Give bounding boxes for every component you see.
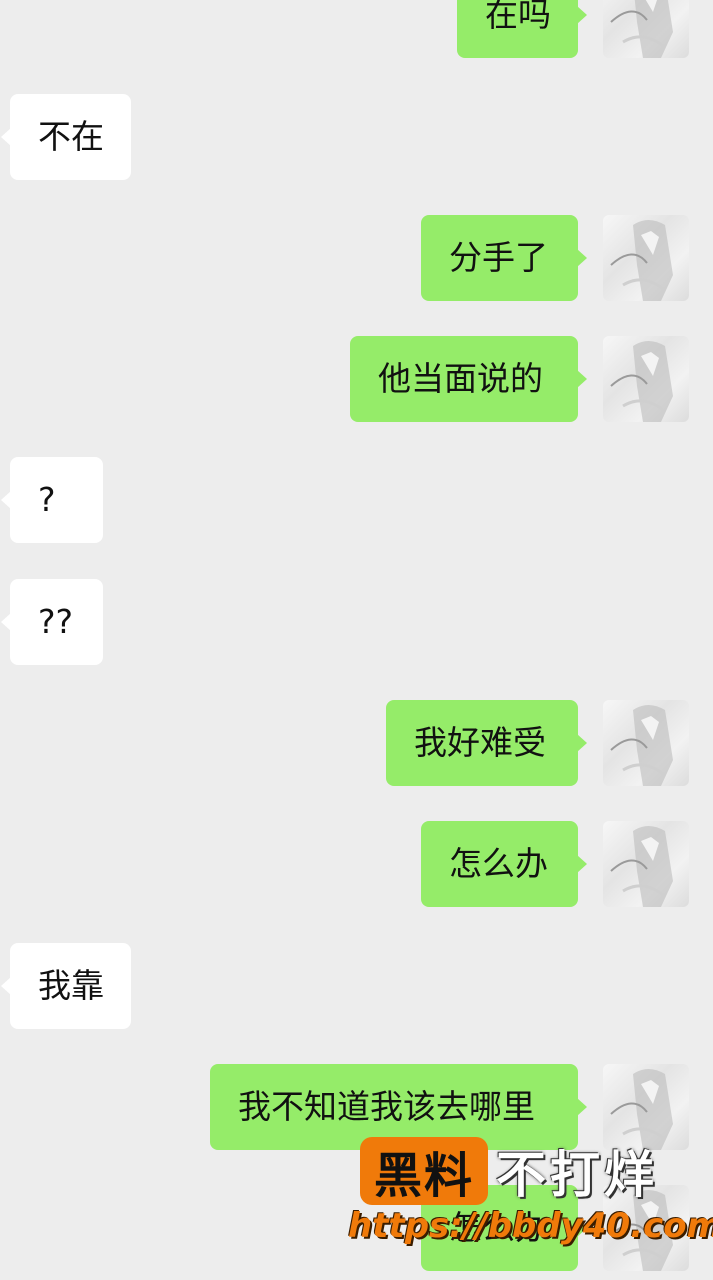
- chat-bubble-outgoing[interactable]: 我好难受: [386, 700, 587, 786]
- anime-girl-avatar-icon: [610, 705, 673, 786]
- user-avatar[interactable]: [603, 700, 689, 786]
- chat-bubble-outgoing[interactable]: 怎么办: [421, 821, 587, 907]
- user-avatar[interactable]: [603, 0, 689, 58]
- anime-girl-avatar-icon: [610, 826, 673, 907]
- anime-girl-avatar-icon: [610, 220, 673, 301]
- chat-bubble-incoming[interactable]: ?: [1, 457, 103, 543]
- chat-bubble-outgoing[interactable]: 他当面说的: [350, 336, 587, 422]
- watermark-slogan: 不打烊: [496, 1146, 659, 1204]
- user-avatar[interactable]: [603, 821, 689, 907]
- chat-bubble-incoming[interactable]: 不在: [1, 94, 131, 180]
- user-avatar[interactable]: [603, 336, 689, 422]
- watermark-brand: 黑料: [360, 1137, 489, 1205]
- watermark-logo: 黑料 不打烊: [360, 1136, 658, 1206]
- chat-bubble-outgoing[interactable]: 分手了: [421, 215, 587, 301]
- chat-area: 在吗 不在 分手了 他当面说的 ? ?? 我好难受 怎么办 我靠 我不知道我该去…: [0, 0, 713, 1280]
- watermark-url: https://bbdy40.com: [348, 1206, 713, 1246]
- anime-girl-avatar-icon: [610, 341, 673, 422]
- chat-bubble-outgoing[interactable]: 在吗: [457, 0, 587, 58]
- anime-girl-avatar-icon: [610, 0, 673, 58]
- chat-bubble-incoming[interactable]: 我靠: [1, 943, 131, 1029]
- chat-bubble-incoming[interactable]: ??: [1, 579, 103, 665]
- user-avatar[interactable]: [603, 215, 689, 301]
